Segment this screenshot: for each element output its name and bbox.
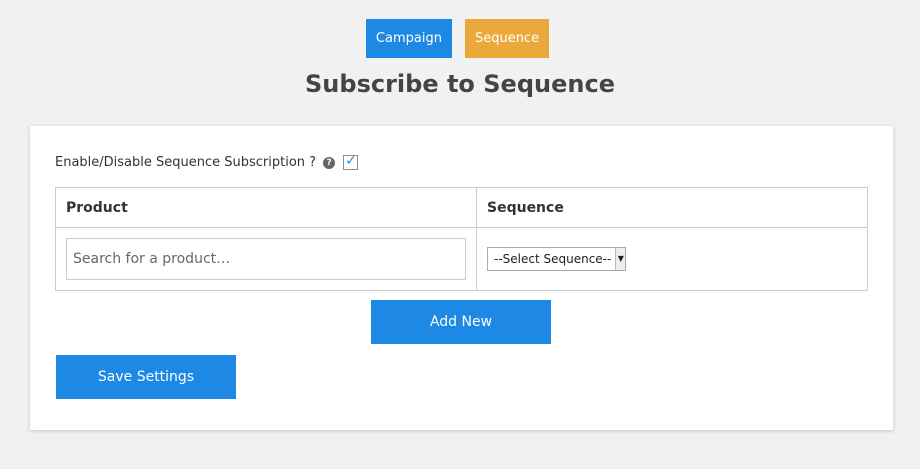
subscription-toggle-row: Enable/Disable Sequence Subscription ? ?…	[55, 153, 359, 170]
page-title: Subscribe to Sequence	[305, 70, 615, 98]
sequence-select-value: --Select Sequence--	[494, 252, 612, 266]
sequence-cell: --Select Sequence-- ▼	[476, 227, 868, 291]
table-header-row: Product Sequence	[55, 187, 868, 228]
column-header-product: Product	[55, 187, 477, 228]
sequence-select[interactable]: --Select Sequence-- ▼	[487, 247, 627, 271]
checkmark-icon: ✓	[345, 153, 357, 169]
product-cell	[55, 227, 477, 291]
save-settings-button[interactable]: Save Settings	[56, 355, 236, 399]
table-row: --Select Sequence-- ▼	[55, 227, 868, 291]
help-icon[interactable]: ?	[323, 156, 336, 169]
subscription-toggle-label: Enable/Disable Sequence Subscription ?	[55, 155, 317, 170]
settings-card: Enable/Disable Sequence Subscription ? ?…	[30, 126, 893, 430]
tab-campaign[interactable]: Campaign	[365, 19, 452, 58]
product-sequence-table: Product Sequence --Select Sequence-- ▼	[55, 187, 868, 291]
dropdown-arrow-icon: ▼	[615, 248, 626, 270]
column-header-sequence: Sequence	[476, 187, 868, 228]
tab-sequence[interactable]: Sequence	[464, 19, 550, 58]
add-new-button[interactable]: Add New	[371, 300, 551, 344]
subscription-enable-checkbox[interactable]: ✓	[343, 153, 359, 170]
tab-bar: Campaign Sequence	[0, 19, 920, 58]
product-search-input[interactable]	[66, 238, 466, 280]
